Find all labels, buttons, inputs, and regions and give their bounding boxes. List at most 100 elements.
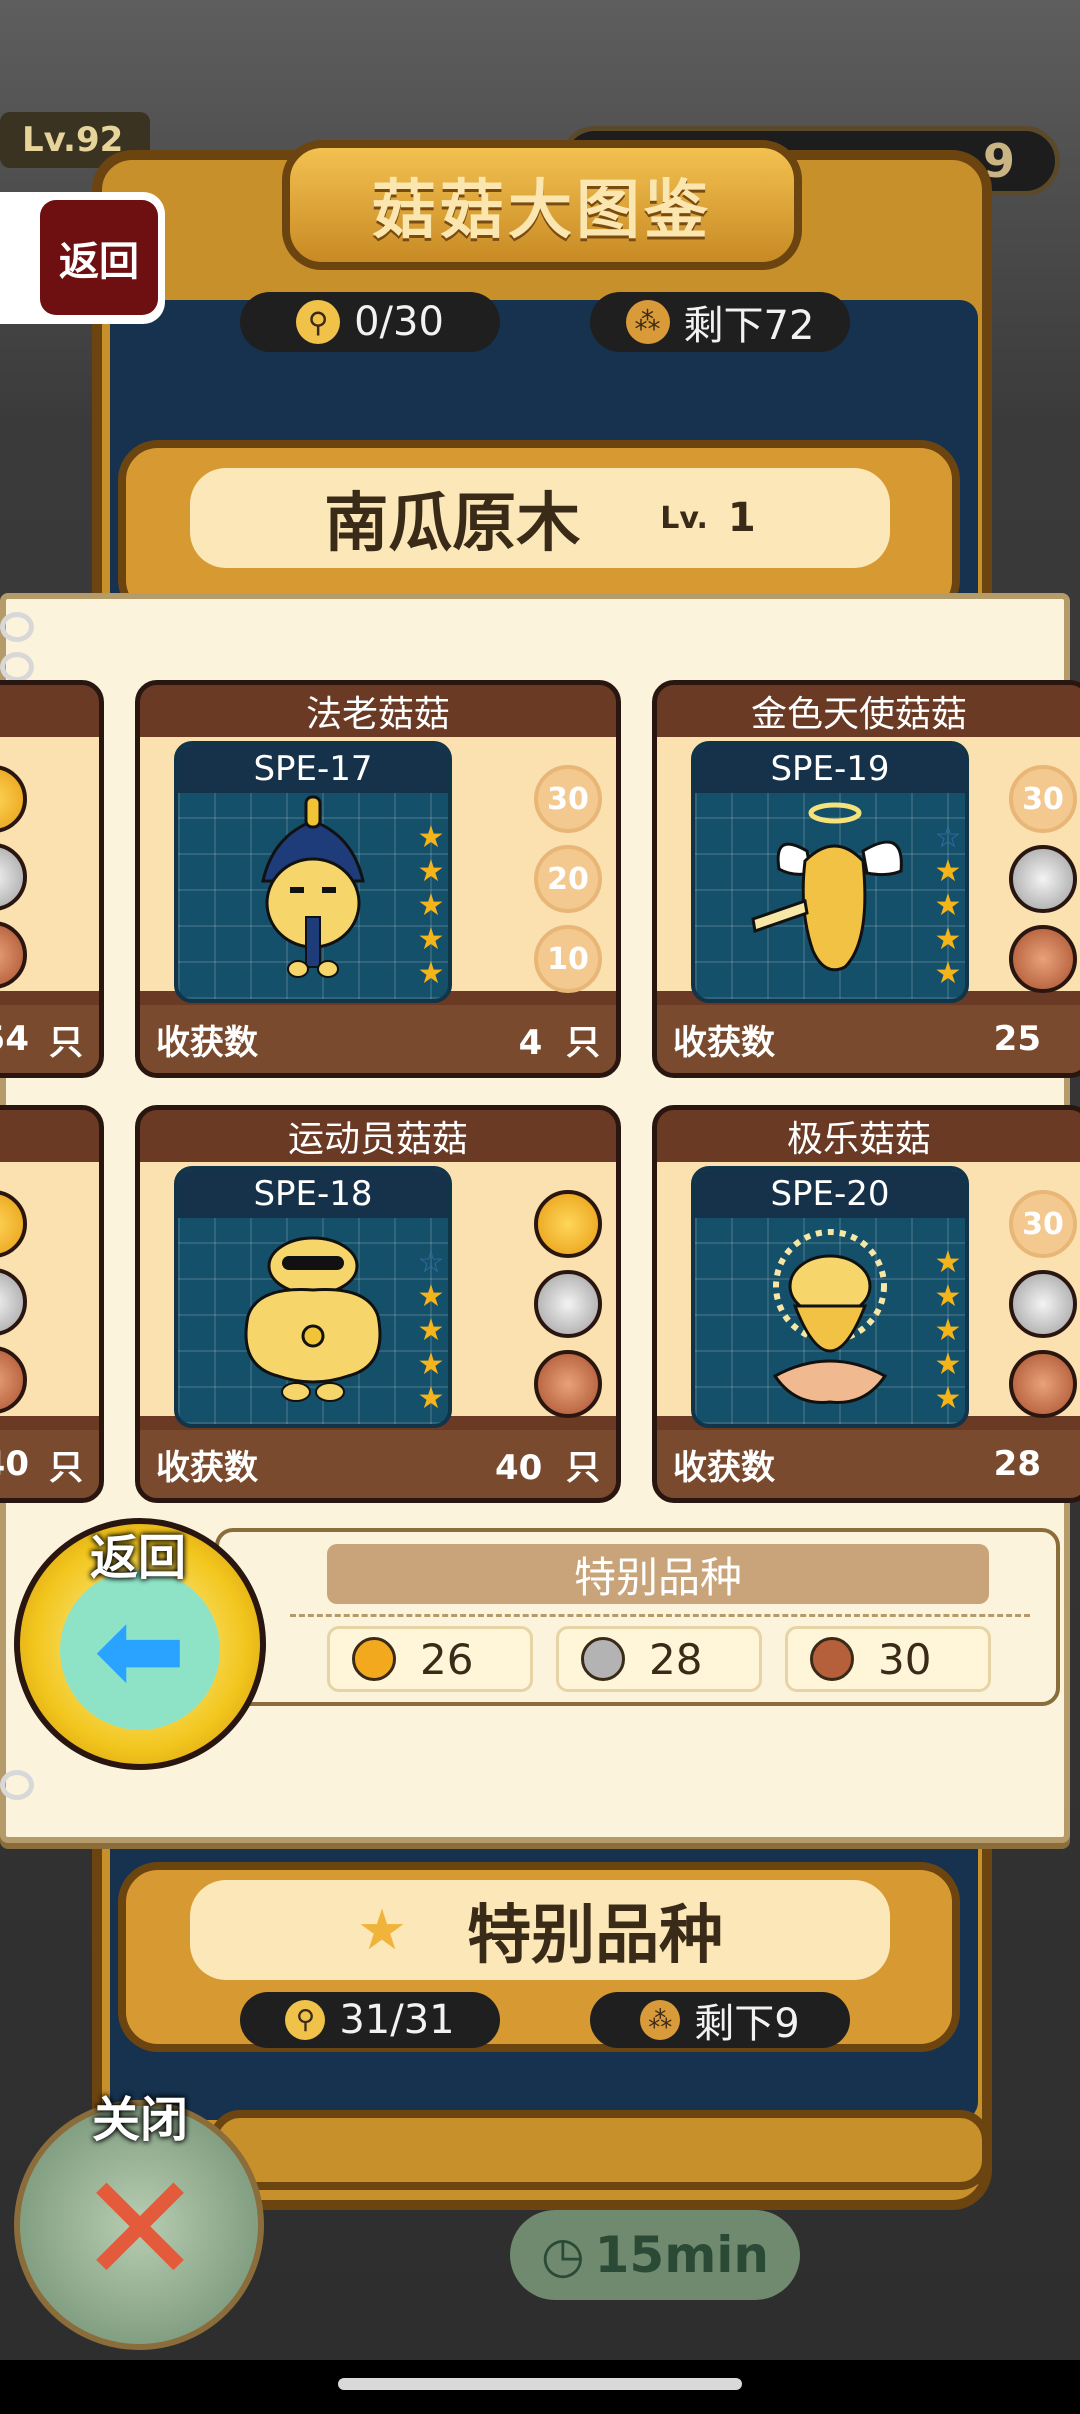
summary-title-text: 特别品种 (573, 1552, 742, 1602)
star-icon: ★ (417, 820, 445, 855)
star-icon: ★ (417, 1347, 445, 1382)
encyclopedia-bottom-trim (210, 2110, 990, 2190)
rating-stars: ★ ★ ★ ★ ★ (416, 823, 450, 993)
timer-value: 15min (594, 2226, 770, 2284)
mushroom-photo: SPE-18 (174, 1166, 452, 1428)
star-outline-icon: ☆ (934, 820, 962, 855)
star-icon: ★ (934, 1381, 962, 1416)
card-body: SPE-17 ★ ★ ★ ★ ★ 30 20 10 (140, 737, 616, 1003)
star-icon: ★ (934, 956, 962, 991)
mushroom-card-golden-angel[interactable]: 金色天使菇菇 SPE-19 ☆ ★ ★ ★ ★ 30 收获数 25 (652, 680, 1080, 1078)
medal-slot-30: 30 (1009, 1190, 1077, 1258)
remaining-count: 剩下9 (694, 2001, 800, 2047)
bronze-count: 30 (878, 1634, 932, 1684)
mushroom-name: 运动员菇菇 (287, 1119, 468, 1160)
back-button-label: 返回 (59, 238, 139, 285)
bronze-medal-icon (1009, 1350, 1077, 1418)
mushroom-card-athlete[interactable]: 运动员菇菇 SPE-18 ☆ ★ ★ ★ ★ 收获数 40 只 (135, 1105, 621, 1503)
harvest-count: 40 (0, 1444, 29, 1484)
medal-value: 30 (1022, 1206, 1064, 1242)
gold-count-pill: 26 (327, 1626, 533, 1692)
card-harvest-footer: 收获数 25 (657, 1005, 1080, 1073)
star-icon: ★ (417, 1313, 445, 1348)
harvest-count: 4 (518, 1022, 543, 1063)
spores-icon: ⁂ (640, 2000, 681, 2040)
medal-value: 20 (547, 861, 589, 897)
mushroom-card-bliss[interactable]: 极乐菇菇 SPE-20 ★ ★ ★ ★ ★ 30 收获数 28 (652, 1105, 1080, 1503)
close-icon[interactable]: ✕ (60, 2150, 220, 2310)
medal-slot-30: 30 (534, 765, 602, 833)
golden-angel-mushroom-illustration (751, 802, 903, 972)
star-icon: ★ (417, 854, 445, 889)
mushroom-card-partial[interactable]: 40 只 (0, 1105, 104, 1503)
bronze-medal-icon (1009, 925, 1077, 993)
medal-value: 10 (547, 941, 589, 977)
medal-value: 30 (1022, 781, 1064, 817)
card-harvest-footer: 收获数 40 只 (140, 1430, 616, 1498)
summary-title: 特别品种 (327, 1544, 989, 1604)
harvest-label: 收获数 (673, 1022, 775, 1063)
mushroom-code: SPE-17 (253, 749, 373, 789)
harvest-unit: 只 (49, 1022, 83, 1063)
mushroom-code: SPE-19 (770, 749, 890, 789)
star-outline-icon: ☆ (417, 1245, 445, 1280)
bliss-mushroom-illustration (772, 1229, 888, 1404)
star-icon: ★ (934, 854, 962, 889)
mushroom-name: 极乐菇菇 (786, 1119, 931, 1160)
gold-medal-icon (534, 1190, 602, 1258)
back-button-face[interactable]: 返回 (40, 200, 158, 315)
harvest-count: 28 (993, 1444, 1041, 1484)
close-label: 关闭 (70, 2080, 210, 2148)
mushroom-name: 金色天使菇菇 (750, 694, 967, 735)
card-harvest-footer: 收获数 28 (657, 1430, 1080, 1498)
rating-stars: ☆ ★ ★ ★ ★ (416, 1248, 450, 1418)
spiral-ring (0, 652, 34, 682)
mushroom-photo: SPE-19 (691, 741, 969, 1003)
remaining-count: 剩下72 (683, 303, 815, 349)
harvest-count: 54 (0, 1019, 29, 1059)
mushroom-code: SPE-20 (770, 1174, 890, 1214)
harvest-label: 收获数 (156, 1022, 258, 1063)
mushroom-card-pharaoh[interactable]: 法老菇菇 SPE-17 ★ ★ ★ ★ ★ 30 20 10 收获数 4 只 (135, 680, 621, 1078)
rating-stars: ☆ ★ ★ ★ ★ (933, 823, 967, 993)
medal-value: 30 (547, 781, 589, 817)
bronze-count-pill: 30 (785, 1626, 991, 1692)
round-back-label-text: 返回 (89, 1530, 186, 1586)
spores-icon: ⁂ (625, 300, 670, 344)
harvest-unit: 只 (566, 1447, 600, 1488)
left-arrow-icon[interactable]: ⬅ (75, 1595, 205, 1705)
title-text: 菇菇大图鉴 (372, 174, 712, 248)
star-icon: ★ (934, 1279, 962, 1314)
home-indicator[interactable] (338, 2378, 742, 2390)
harvest-unit: 只 (566, 1022, 600, 1063)
summary-divider (290, 1614, 1030, 1617)
card-body: SPE-18 ☆ ★ ★ ★ ★ (140, 1162, 616, 1428)
card-title: 法老菇菇 (140, 685, 616, 737)
harvest-count: 40 (494, 1447, 543, 1488)
silver-medal-icon (1009, 845, 1077, 913)
card-harvest-footer: 收获数 4 只 (140, 1005, 616, 1073)
star-icon: ★ (417, 888, 445, 923)
mushroom-code: SPE-18 (253, 1174, 373, 1214)
medal-slot-30: 30 (1009, 765, 1077, 833)
special-search-pill: ⚲ 31/31 (240, 1992, 500, 2048)
card-harvest-footer: 40 只 (0, 1430, 99, 1498)
category-name: 特别品种 (467, 1899, 724, 1973)
gold-count: 26 (420, 1634, 474, 1684)
star-icon: ★ (934, 1347, 962, 1382)
silver-medal-icon (581, 1637, 625, 1681)
harvest-unit: 只 (49, 1447, 83, 1488)
star-icon: ★ (417, 1279, 445, 1314)
encyclopedia-title: 菇菇大图鉴 (282, 140, 802, 270)
close-label-text: 关闭 (91, 2092, 188, 2148)
star-icon: ★ (934, 888, 962, 923)
silver-medal-icon (1009, 1270, 1077, 1338)
search-count: 0/30 (354, 299, 444, 345)
mushroom-code-bar: SPE-17 (178, 745, 448, 793)
special-remaining-pill: ⁂ 剩下9 (590, 1992, 850, 2048)
clock-icon: ◷ (540, 2226, 585, 2284)
mushroom-card-partial[interactable]: 54 只 (0, 680, 104, 1078)
mushroom-code-bar: SPE-18 (178, 1170, 448, 1218)
category-level: 1 (727, 495, 756, 541)
bronze-medal-icon (810, 1637, 854, 1681)
